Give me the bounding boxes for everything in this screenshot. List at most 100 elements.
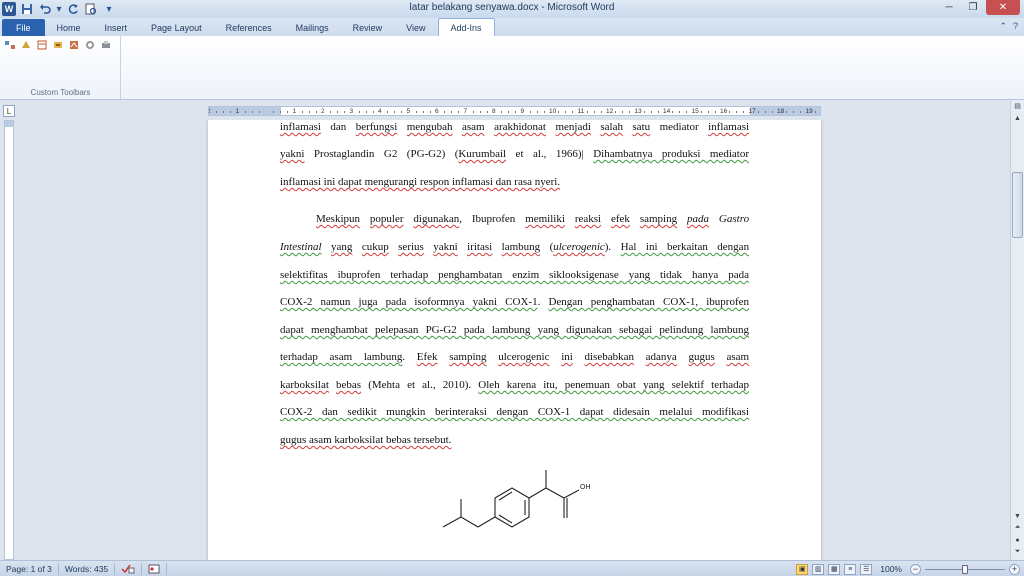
text-run: Efek (416, 351, 438, 363)
previous-page-icon[interactable]: ⏶ (1011, 522, 1024, 534)
text-line[interactable]: Intestinal yang cukup serius yakni irita… (280, 240, 749, 254)
text-run: . (537, 296, 549, 308)
scroll-down-arrow[interactable]: ▼ (1011, 510, 1024, 522)
draft-view-button[interactable]: ☰ (860, 563, 873, 575)
proofing-icon[interactable] (115, 562, 143, 575)
tab-selector-icon[interactable]: L (3, 105, 15, 117)
ruler-tick (793, 111, 795, 113)
ruler-tick (650, 111, 652, 113)
scroll-up-arrow[interactable]: ▲ (1011, 112, 1024, 124)
redo-icon[interactable] (66, 2, 80, 16)
ruler-tick (736, 111, 738, 113)
text-line[interactable]: Meskipun populer digunakan, Ibuprofen me… (280, 212, 749, 226)
document-area[interactable]: inflamasi dan berfungsi mengubah asam ar… (18, 120, 1008, 560)
text-run (389, 241, 398, 253)
text-line[interactable]: COX-2 dan sedikit mungkin berinteraksi d… (280, 405, 749, 419)
scroll-thumb[interactable] (1012, 172, 1023, 238)
tab-insert[interactable]: Insert (93, 19, 140, 36)
quick-access-toolbar: W ▾ ▾ (0, 0, 116, 18)
ruler-tick (764, 111, 766, 113)
ruler-tick (629, 111, 631, 113)
vertical-ruler[interactable] (4, 120, 14, 560)
tab-file[interactable]: File (2, 19, 45, 36)
ruler-tick (679, 111, 681, 113)
macro-recording-icon[interactable] (142, 562, 168, 575)
text-line[interactable]: yakni Prostaglandin G2 (PG-G2) (Kurumbai… (280, 147, 749, 161)
text-line[interactable]: dapat menghambat pelepasan PG-G2 pada la… (280, 323, 749, 337)
text-run: Kurumbail (458, 148, 507, 160)
undo-dropdown-icon[interactable]: ▾ (56, 2, 62, 16)
customize-qat-icon[interactable]: ▾ (102, 2, 116, 16)
close-button[interactable]: ✕ (986, 0, 1020, 15)
web-layout-button[interactable]: ▦ (828, 563, 841, 575)
text-run: ( (540, 241, 554, 253)
ruler-tick (258, 111, 260, 113)
ruler-tick (273, 111, 275, 113)
tab-add-ins[interactable]: Add-Ins (437, 18, 495, 36)
ruler-tick (223, 111, 225, 113)
save-icon[interactable] (20, 2, 34, 16)
document-page[interactable]: inflamasi dan berfungsi mengubah asam ar… (208, 120, 821, 560)
next-page-icon[interactable]: ⏷ (1011, 546, 1024, 558)
toolbar-icon-6[interactable] (84, 39, 97, 51)
zoom-slider[interactable] (925, 564, 1005, 575)
tab-references[interactable]: References (214, 19, 284, 36)
tab-home[interactable]: Home (45, 19, 93, 36)
ruler-number: 19 (805, 108, 813, 115)
word-app-icon[interactable]: W (2, 2, 16, 16)
vertical-scrollbar[interactable]: ▤ ▲ ▼ ⏶ ● ⏷ (1010, 100, 1024, 560)
help-icon[interactable]: ? (1013, 21, 1018, 32)
word-count[interactable]: Words: 435 (59, 562, 116, 575)
toolbar-icon-3[interactable] (36, 39, 49, 51)
ruler-number: 3 (349, 108, 354, 115)
text-line[interactable]: selektifitas ibuprofen terhadap penghamb… (280, 268, 749, 282)
tab-view[interactable]: View (394, 19, 437, 36)
ibuprofen-structure-image[interactable]: OH (433, 468, 603, 538)
ribbon: Custom Toolbars (0, 36, 1024, 100)
print-layout-view-button[interactable]: ▣ (796, 563, 809, 575)
tab-page-layout[interactable]: Page Layout (139, 19, 214, 36)
outline-view-button[interactable]: ≡ (844, 563, 857, 575)
zoom-out-button[interactable]: − (910, 563, 921, 575)
toolbar-icon-2[interactable] (20, 39, 33, 51)
toolbar-icon-7[interactable] (100, 39, 113, 51)
text-run: salah (600, 121, 623, 133)
text-line[interactable]: karboksilat bebas (Mehta et al., 2010). … (280, 378, 749, 392)
text-line[interactable]: inflamasi dan berfungsi mengubah asam ar… (280, 120, 749, 134)
zoom-slider-knob[interactable] (962, 564, 968, 574)
toolbar-icon-1[interactable] (4, 39, 17, 51)
text-line[interactable]: terhadap asam lambung. Efek samping ulce… (280, 350, 749, 364)
toolbar-icon-5[interactable] (68, 39, 81, 51)
maximize-button[interactable]: ❐ (962, 0, 984, 15)
ruler-tick (458, 111, 460, 113)
ruler-view-icon[interactable]: ▤ (1011, 100, 1024, 112)
text-run: digunakan (413, 213, 460, 225)
molecule-oh-label: OH (580, 484, 591, 491)
ruler-tick (372, 111, 374, 113)
toolbar-icon-4[interactable] (52, 39, 65, 51)
zoom-level[interactable]: 100% (876, 564, 906, 574)
select-browse-object-icon[interactable]: ● (1011, 534, 1024, 546)
undo-icon[interactable] (38, 2, 52, 16)
zoom-in-button[interactable]: + (1009, 563, 1020, 575)
text-run (591, 121, 600, 133)
text-line[interactable]: COX-2 namun juga pada isoformnya yakni C… (280, 295, 749, 309)
text-run: cukup (361, 241, 389, 253)
page-count[interactable]: Page: 1 of 3 (0, 562, 59, 575)
text-line[interactable]: gugus asam karboksilat bebas tersebut. (280, 433, 749, 447)
tab-mailings[interactable]: Mailings (284, 19, 341, 36)
tab-review[interactable]: Review (341, 19, 395, 36)
ruler-number: 14 (663, 108, 671, 115)
text-run: . (402, 351, 417, 363)
ruler-tick (643, 111, 645, 113)
print-preview-icon[interactable] (84, 2, 98, 16)
minimize-ribbon-icon[interactable]: ⌃ (999, 21, 1007, 32)
text-run: inflamasi (708, 121, 750, 133)
text-run (630, 213, 640, 225)
ruler-tick (786, 111, 788, 113)
minimize-button[interactable]: ─ (938, 0, 960, 15)
text-line[interactable]: inflamasi ini dapat mengurangi respon in… (280, 175, 749, 189)
horizontal-ruler[interactable]: 2112345678910111213141516171819 (208, 106, 821, 116)
vertical-ruler-margin (5, 121, 13, 127)
full-screen-reading-button[interactable]: ▥ (812, 563, 825, 575)
